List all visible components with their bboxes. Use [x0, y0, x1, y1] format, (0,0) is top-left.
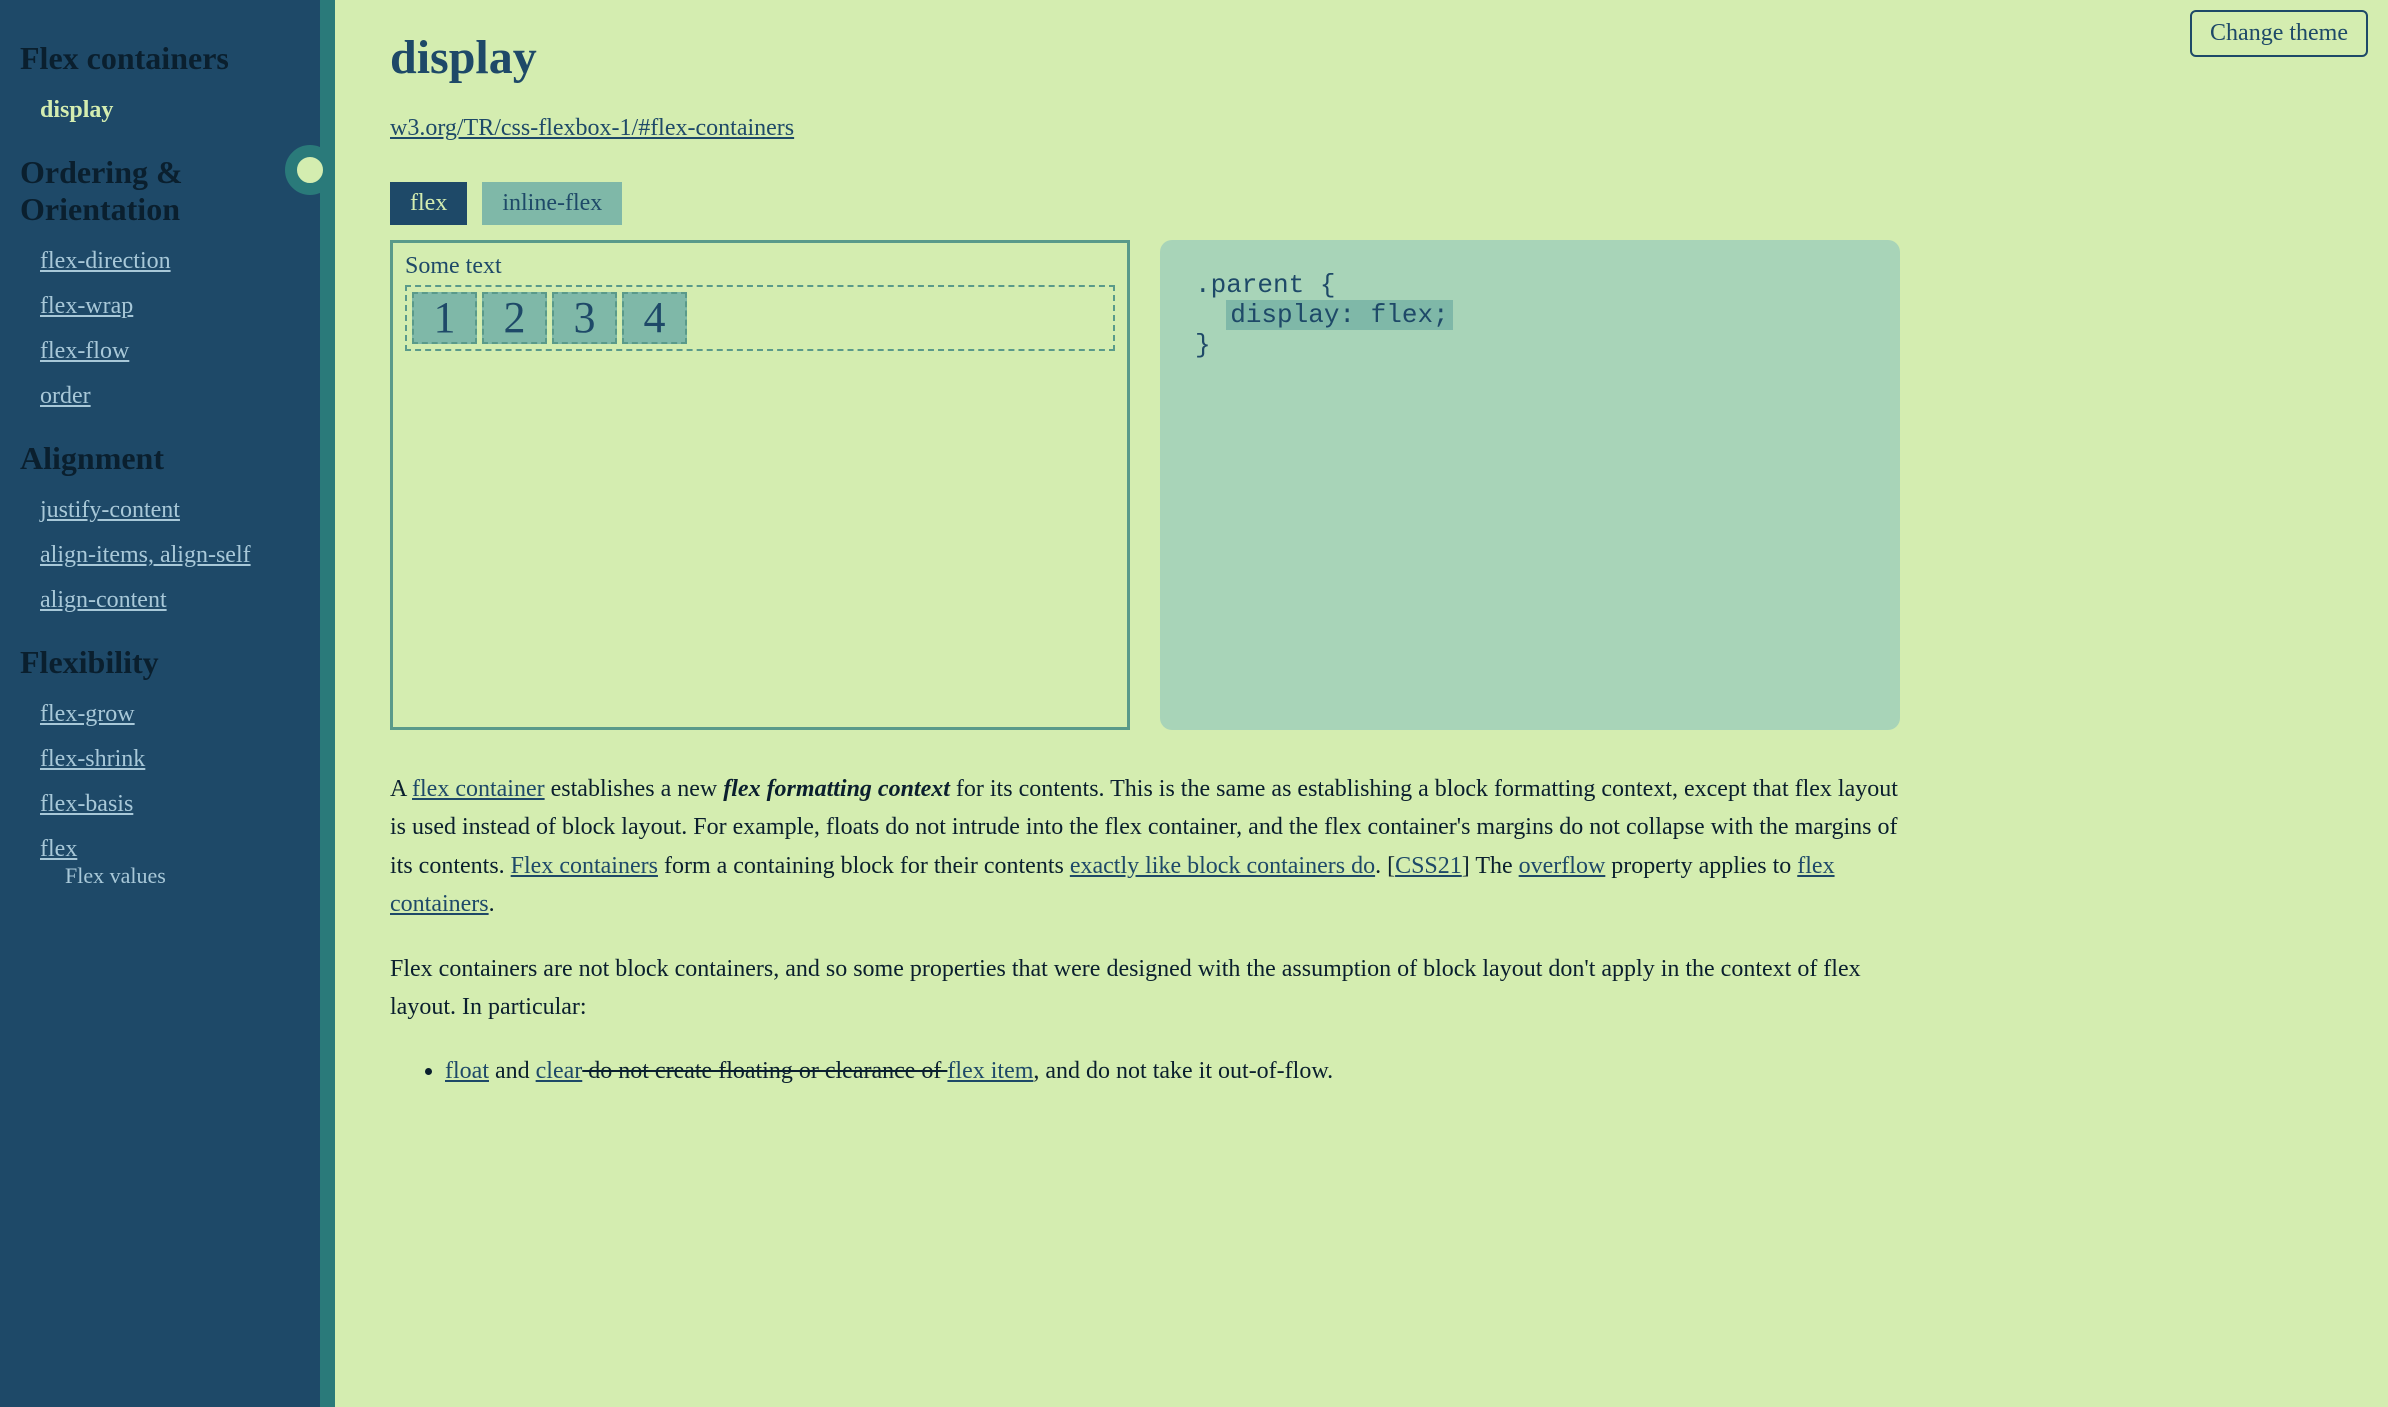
sidebar-item-flex[interactable]: flex: [40, 836, 77, 862]
vertical-divider: [320, 0, 335, 1407]
link-overflow[interactable]: overflow: [1519, 853, 1606, 879]
tabs: flex inline-flex: [390, 182, 2333, 225]
link-float[interactable]: float: [445, 1058, 489, 1084]
description: A flex container establishes a new flex …: [390, 770, 1910, 1091]
sidebar-item-justify-content[interactable]: justify-content: [40, 497, 180, 523]
page-title: display: [390, 30, 2333, 85]
tab-inline-flex[interactable]: inline-flex: [482, 182, 622, 225]
link-clear[interactable]: clear: [536, 1058, 583, 1084]
sidebar-item-align-content[interactable]: align-content: [40, 587, 167, 613]
list-item: float and clear do not create floating o…: [445, 1052, 1910, 1090]
link-block-containers[interactable]: exactly like block containers do: [1070, 853, 1375, 879]
spec-link[interactable]: w3.org/TR/css-flexbox-1/#flex-containers: [390, 115, 794, 141]
flex-item: 4: [622, 292, 687, 344]
flex-item: 1: [412, 292, 477, 344]
change-theme-button[interactable]: Change theme: [2190, 10, 2368, 57]
sidebar-item-flex-shrink[interactable]: flex-shrink: [40, 746, 145, 772]
sidebar-item-flex-grow[interactable]: flex-grow: [40, 701, 135, 727]
code-line: display: flex;: [1195, 300, 1865, 330]
sidebar: Flex containers display Ordering & Orien…: [0, 0, 320, 1407]
sidebar-item-flex-basis[interactable]: flex-basis: [40, 791, 133, 817]
code-preview: .parent { display: flex; }: [1160, 240, 1900, 730]
description-paragraph: Flex containers are not block containers…: [390, 950, 1910, 1027]
flex-item: 2: [482, 292, 547, 344]
sidebar-item-flex-flow[interactable]: flex-flow: [40, 338, 129, 364]
code-line: .parent {: [1195, 270, 1865, 300]
sidebar-item-order[interactable]: order: [40, 383, 91, 409]
sidebar-subitem-flex-values[interactable]: Flex values: [65, 863, 166, 888]
tab-flex[interactable]: flex: [390, 182, 467, 225]
section-heading-flexibility: Flexibility: [20, 644, 300, 681]
strike-text: do not create floating or clearance of: [582, 1058, 947, 1084]
active-notch-icon: [285, 145, 335, 195]
sidebar-item-flex-wrap[interactable]: flex-wrap: [40, 293, 133, 319]
sidebar-item-display[interactable]: display: [40, 97, 113, 123]
demo-preview: Some text 1 2 3 4: [390, 240, 1130, 730]
flex-item: 3: [552, 292, 617, 344]
section-heading-ordering: Ordering & Orientation: [20, 154, 300, 228]
sidebar-item-flex-direction[interactable]: flex-direction: [40, 248, 171, 274]
demo-label: Some text: [405, 253, 1115, 280]
flex-container-demo: 1 2 3 4: [405, 285, 1115, 351]
sidebar-item-align-items[interactable]: align-items, align-self: [40, 542, 251, 568]
link-flex-container[interactable]: flex container: [412, 776, 545, 802]
main-content: Change theme display w3.org/TR/css-flexb…: [335, 0, 2388, 1407]
section-heading-flex-containers: Flex containers: [20, 40, 300, 77]
link-flex-containers[interactable]: Flex containers: [511, 853, 658, 879]
em-flex-formatting: flex formatting context: [723, 776, 950, 802]
link-flex-item[interactable]: flex item: [947, 1058, 1033, 1084]
link-css21[interactable]: CSS21: [1395, 853, 1462, 879]
description-paragraph: A flex container establishes a new flex …: [390, 770, 1910, 924]
code-line: }: [1195, 330, 1865, 360]
section-heading-alignment: Alignment: [20, 440, 300, 477]
